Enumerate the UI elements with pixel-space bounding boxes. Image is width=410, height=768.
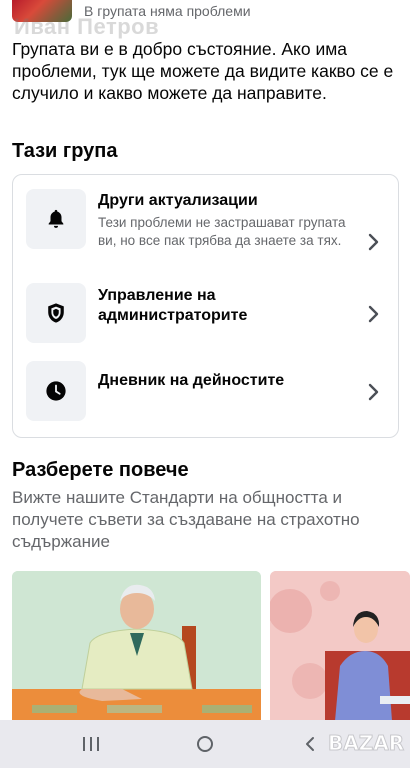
row-admin-management[interactable]: Управление на администраторите — [13, 283, 398, 343]
row-title: Управление на администраторите — [98, 287, 248, 324]
woman-illustration — [270, 571, 410, 721]
clock-icon — [26, 361, 86, 421]
row-other-updates[interactable]: Други актуализации Тези проблеми не заст… — [13, 189, 398, 259]
bazar-watermark-logo: BAZAR — [328, 731, 405, 756]
home-icon[interactable] — [197, 736, 213, 752]
top-status-strip: Иван Петров В групата няма проблеми — [0, 0, 410, 39]
group-status-text: В групата няма проблеми — [84, 3, 251, 19]
row-activity-log[interactable]: Дневник на дейностите — [13, 361, 398, 421]
content-tips-card[interactable] — [270, 571, 410, 721]
learn-more-description: Вижте нашите Стандарти на общността и по… — [12, 488, 360, 551]
section-title-this-group: Тази група — [12, 140, 118, 162]
chevron-right-icon — [368, 383, 379, 401]
group-options-card: Други актуализации Тези проблеми не заст… — [12, 174, 399, 438]
row-title: Други актуализации — [98, 192, 258, 209]
shield-icon — [26, 283, 86, 343]
chevron-right-icon — [368, 233, 379, 251]
recent-apps-icon[interactable] — [83, 737, 99, 751]
row-title: Дневник на дейностите — [98, 372, 285, 389]
elderly-man-illustration — [12, 571, 261, 721]
chevron-right-icon — [368, 305, 379, 323]
back-icon[interactable] — [302, 736, 318, 752]
intro-text: Групата ви е в добро състояние. Ако има … — [12, 39, 394, 103]
section-title-learn-more: Разберете повече — [12, 459, 189, 481]
community-standards-card[interactable] — [12, 571, 261, 721]
svg-text:BAZAR: BAZAR — [328, 731, 404, 755]
bell-icon — [26, 189, 86, 249]
row-description: Тези проблеми не застрашават групата ви,… — [98, 215, 346, 248]
